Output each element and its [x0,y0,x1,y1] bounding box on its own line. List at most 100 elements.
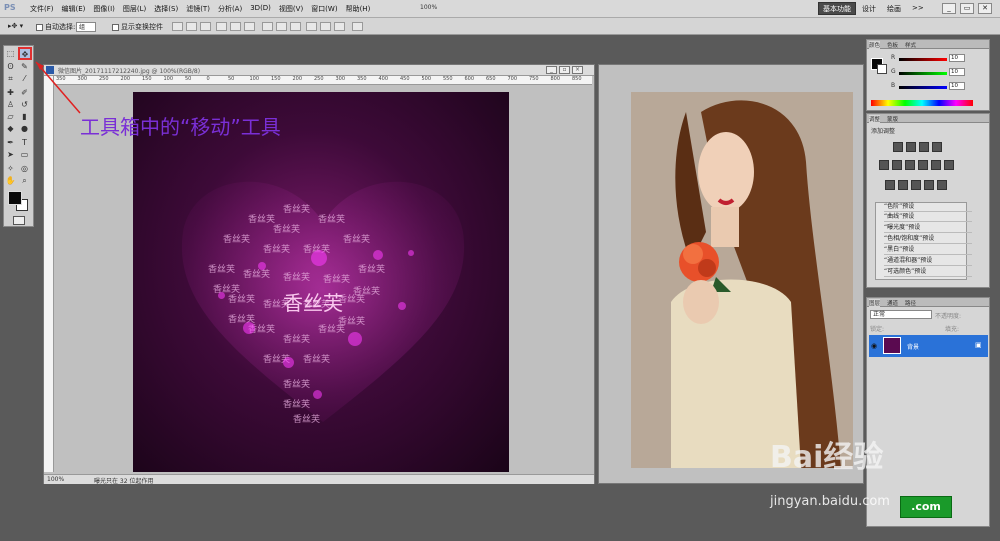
menu-image[interactable]: 图像(I) [89,4,119,14]
type-tool-icon[interactable]: T [19,137,30,148]
distribute-bottom-icon[interactable] [290,22,301,31]
bw-icon[interactable] [918,160,928,170]
invert-icon[interactable] [885,180,895,190]
menu-file[interactable]: 文件(F) [26,4,58,14]
workspace-paint-button[interactable]: 绘画 [887,4,901,14]
history-brush-icon[interactable]: ↺ [19,99,30,110]
channel-g-slider[interactable] [899,72,947,75]
restore-button[interactable]: ▭ [960,3,974,14]
preset-channel-mixer[interactable]: “通道混和器”预设 [884,257,972,266]
gradient-map-icon[interactable] [924,180,934,190]
move-tool-icon[interactable]: ✥ [18,47,32,60]
menu-3d[interactable]: 3D(D) [246,4,275,14]
portrait-photo[interactable] [631,92,853,468]
auto-align-icon[interactable] [352,22,363,31]
show-transform-checkbox[interactable]: 显示变换控件 [112,22,163,32]
healing-brush-icon[interactable]: ✚ [5,87,16,98]
workspace-more-button[interactable]: >> [912,4,924,12]
channel-b-slider[interactable] [899,86,947,89]
preset-bw[interactable]: “黑白”预设 [884,246,972,255]
menu-filter[interactable]: 滤镜(T) [182,4,214,14]
doc1-status-zoom[interactable]: 100% [47,476,64,483]
path-select-icon[interactable]: ➤ [5,149,16,160]
align-bottom-icon[interactable] [200,22,211,31]
heart-image-canvas[interactable]: 香丝芙 香丝芙 香丝芙 香丝芙 香丝芙 香丝芙 香丝芙 香丝芙 香丝芙 香丝芙 香丝芙 香丝芙 香丝芙香… [133,92,509,472]
marquee-tool-icon[interactable]: ⬚ [5,48,16,59]
vibrance-icon[interactable] [879,160,889,170]
tab-color[interactable]: 颜色 [869,41,881,49]
3d-rotate-icon[interactable]: ✧ [5,163,16,174]
distribute-top-icon[interactable] [262,22,273,31]
gradient-tool-icon[interactable]: ▮ [19,111,30,122]
brightness-icon[interactable] [893,142,903,152]
lasso-tool-icon[interactable]: ʘ [5,61,16,72]
auto-select-checkbox[interactable]: 自动选择: [36,22,75,32]
menu-analysis[interactable]: 分析(A) [214,4,246,14]
quick-select-tool-icon[interactable]: ✎ [19,61,30,72]
curves-icon[interactable] [919,142,929,152]
menu-view[interactable]: 视图(V) [275,4,307,14]
channel-r-value[interactable]: 10 [949,54,965,62]
menu-window[interactable]: 窗口(W) [307,4,341,14]
menu-layer[interactable]: 图层(L) [119,4,150,14]
layer-name[interactable]: 背景 [907,342,919,351]
preset-hue-sat[interactable]: “色相/饱和度”预设 [884,235,972,244]
preset-levels[interactable]: “色阶”预设 [884,203,972,212]
menu-help[interactable]: 帮助(H) [342,4,375,14]
workspace-design-button[interactable]: 设计 [862,4,876,14]
panel-background-swatch[interactable] [877,64,887,74]
channel-mixer-icon[interactable] [944,160,954,170]
doc1-minimize-button[interactable]: _ [546,66,557,74]
crop-tool-icon[interactable]: ⌗ [5,73,16,84]
hand-tool-icon[interactable]: ✋ [5,175,16,186]
eyedropper-tool-icon[interactable]: ⁄ [19,73,30,84]
workspace-basic-button[interactable]: 基本功能 [818,2,856,15]
doc1-restore-button[interactable]: ▫ [559,66,570,74]
channel-g-value[interactable]: 10 [949,68,965,76]
quick-mask-icon[interactable] [13,216,25,225]
hue-sat-icon[interactable] [892,160,902,170]
doc1-titlebar[interactable]: 微信图片_20171117212240.jpg @ 100%(RGB/8) _ … [44,65,594,76]
auto-select-dropdown[interactable]: 组 [76,22,97,32]
color-spectrum-bar[interactable] [871,100,973,106]
zoom-tool-icon[interactable]: ⌕ [19,175,30,186]
align-top-icon[interactable] [172,22,183,31]
move-tool-preset-icon[interactable]: ▸✥ ▾ [8,22,23,30]
distribute-hcenter-icon[interactable] [320,22,331,31]
channel-b-value[interactable]: 10 [949,82,965,90]
posterize-icon[interactable] [898,180,908,190]
shape-tool-icon[interactable]: ▭ [19,149,30,160]
tab-adjustments[interactable]: 调整 [869,115,881,123]
color-balance-icon[interactable] [905,160,915,170]
3d-orbit-icon[interactable]: ◎ [19,163,30,174]
selective-color-icon[interactable] [937,180,947,190]
align-right-icon[interactable] [244,22,255,31]
eye-icon[interactable]: ◉ [871,342,877,350]
blend-mode-dropdown[interactable]: 正常 [870,310,932,319]
preset-selective-color[interactable]: “可选颜色”预设 [884,268,972,277]
tab-layers[interactable]: 图层 [869,299,881,307]
distribute-right-icon[interactable] [334,22,345,31]
tab-paths[interactable]: 路径 [905,299,916,307]
eraser-tool-icon[interactable]: ▱ [5,111,16,122]
tab-masks[interactable]: 蒙版 [887,115,898,123]
close-button[interactable]: ✕ [978,3,992,14]
minimize-button[interactable]: _ [942,3,956,14]
distribute-left-icon[interactable] [306,22,317,31]
clone-stamp-icon[interactable]: ♙ [5,99,16,110]
align-left-icon[interactable] [216,22,227,31]
menu-edit[interactable]: 编辑(E) [58,4,90,14]
align-hcenter-icon[interactable] [230,22,241,31]
channel-r-slider[interactable] [899,58,947,61]
levels-icon[interactable] [906,142,916,152]
align-vcenter-icon[interactable] [186,22,197,31]
layer-row-background[interactable]: ◉ 背景 ▣ [869,335,988,357]
tab-styles[interactable]: 样式 [905,41,916,49]
preset-curves[interactable]: “曲线”预设 [884,213,972,222]
preset-exposure[interactable]: “曝光度”预设 [884,224,972,233]
brush-tool-icon[interactable]: ✐ [19,87,30,98]
dodge-tool-icon[interactable]: ● [19,123,30,134]
menu-select[interactable]: 选择(S) [150,4,182,14]
tab-swatches[interactable]: 色板 [887,41,898,49]
tab-channels[interactable]: 通道 [887,299,898,307]
